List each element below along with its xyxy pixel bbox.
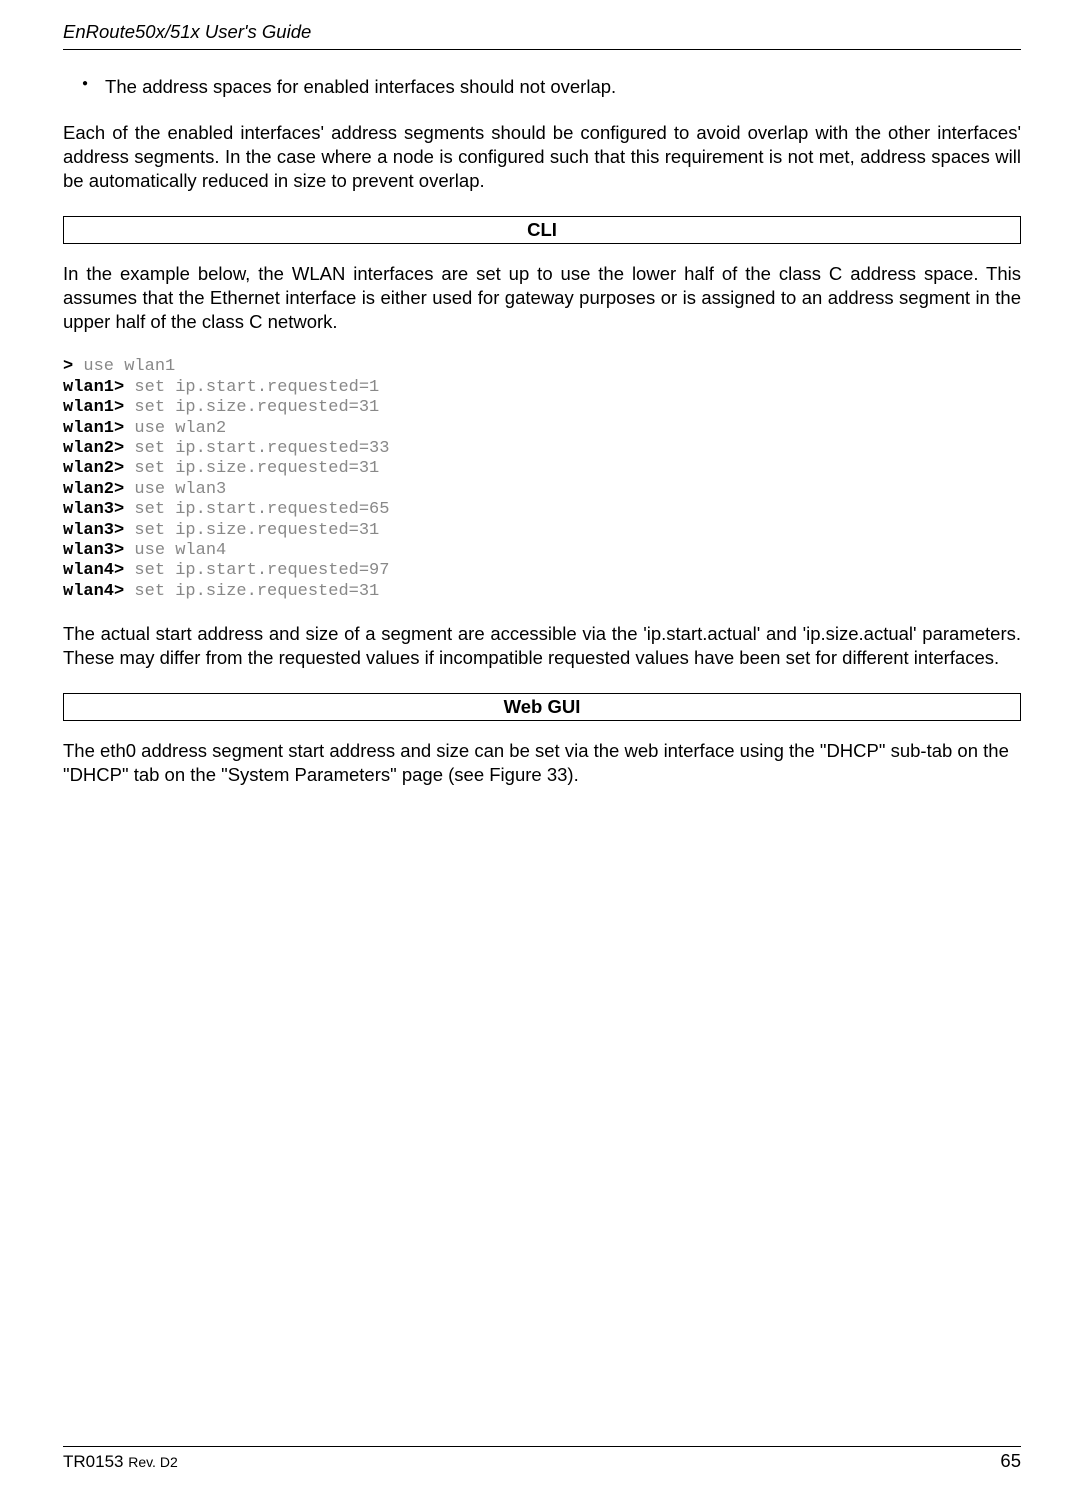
footer-divider (63, 1446, 1021, 1447)
bullet-marker-icon: ● (82, 75, 88, 99)
bullet-text: The address spaces for enabled interface… (105, 75, 616, 99)
webgui-section-header: Web GUI (63, 693, 1021, 721)
paragraph-actual-params: The actual start address and size of a s… (63, 622, 1021, 670)
footer-revision: Rev. D2 (128, 1454, 178, 1470)
document-header-title: EnRoute50x/51x User's Guide (63, 20, 1021, 44)
header-divider (63, 49, 1021, 50)
cli-section-header: CLI (63, 216, 1021, 244)
bullet-item: ● The address spaces for enabled interfa… (63, 75, 1021, 99)
paragraph-overlap: Each of the enabled interfaces' address … (63, 121, 1021, 193)
page-footer: TR0153 Rev. D2 65 (63, 1449, 1021, 1473)
footer-doc-number: TR0153 (63, 1452, 128, 1471)
paragraph-cli-intro: In the example below, the WLAN interface… (63, 262, 1021, 334)
footer-page-number: 65 (1000, 1449, 1021, 1473)
paragraph-webgui: The eth0 address segment start address a… (63, 739, 1021, 787)
footer-doc-id: TR0153 Rev. D2 (63, 1451, 178, 1473)
cli-code-block: > use wlan1 wlan1> set ip.start.requeste… (63, 357, 1021, 602)
